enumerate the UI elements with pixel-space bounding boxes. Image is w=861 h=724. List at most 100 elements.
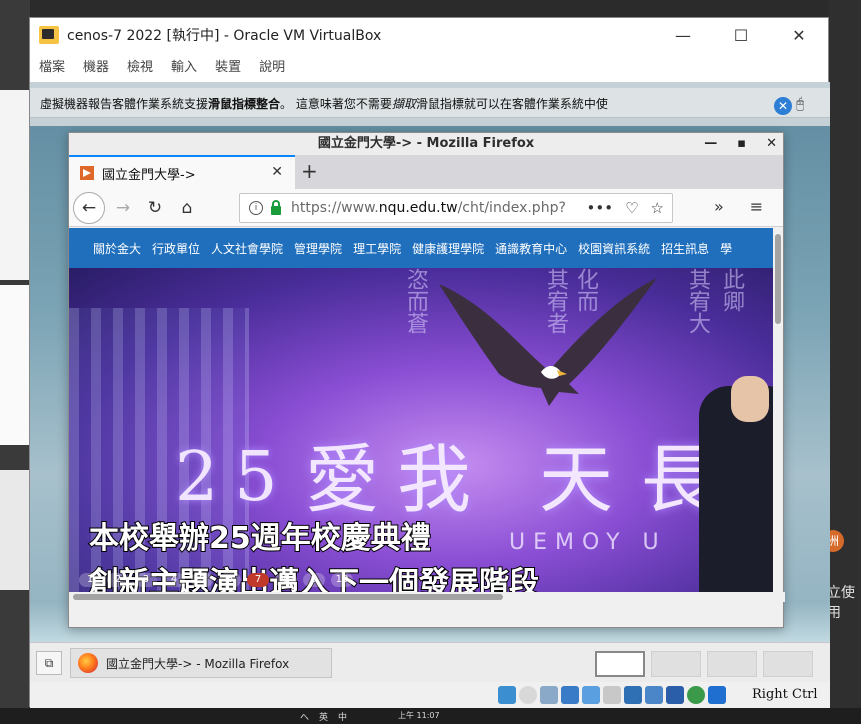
scroll-thumb[interactable] bbox=[775, 234, 781, 324]
slide-pager: 1 2 3 4 5 6 7 8 9 10 bbox=[79, 573, 353, 587]
menu-file[interactable]: 檔案 bbox=[39, 56, 65, 78]
slide-dot[interactable]: 2 bbox=[107, 573, 129, 587]
tab-close-icon[interactable]: ✕ bbox=[271, 164, 283, 180]
firefox-titlebar[interactable]: 國立金門大學-> - Mozilla Firefox bbox=[69, 133, 783, 155]
bookmark-star-icon[interactable]: ☆ bbox=[651, 199, 664, 217]
taskbar-item-label: 國立金門大學-> - Mozilla Firefox bbox=[106, 656, 290, 671]
banner-caption-line1: 本校舉辦25週年校慶典禮 bbox=[88, 520, 432, 557]
notice-close-icon[interactable]: ✕ bbox=[774, 97, 792, 115]
usb-icon[interactable] bbox=[582, 686, 600, 704]
virtualization-icon[interactable] bbox=[687, 686, 705, 704]
menu-help[interactable]: 說明 bbox=[259, 56, 285, 78]
host-window-fragment bbox=[0, 90, 30, 280]
scroll-thumb[interactable] bbox=[73, 594, 503, 600]
menu-input[interactable]: 輸入 bbox=[171, 56, 197, 78]
display-icon[interactable] bbox=[624, 686, 642, 704]
home-button[interactable]: ⌂ bbox=[173, 194, 201, 222]
virtualbox-app-icon bbox=[39, 26, 59, 44]
web-content: 關於金大 行政單位 人文社會學院 管理學院 理工學院 健康護理學院 通識教育中心… bbox=[69, 228, 773, 592]
slide-dot[interactable]: 9 bbox=[303, 573, 325, 587]
vbox-minimize-button[interactable]: — bbox=[654, 18, 712, 52]
slide-dot[interactable]: 6 bbox=[219, 573, 241, 587]
banner-calligraphy: 恣而蒼 bbox=[403, 268, 428, 334]
hard-disk-icon[interactable] bbox=[498, 686, 516, 704]
horizontal-scrollbar[interactable] bbox=[69, 592, 785, 602]
site-info-icon[interactable]: i bbox=[249, 201, 263, 215]
reload-button[interactable]: ↻ bbox=[141, 194, 169, 222]
slide-dot[interactable]: 10 bbox=[331, 573, 353, 587]
slide-dot[interactable]: 3 bbox=[135, 573, 157, 587]
mouse-integration-status-icon[interactable] bbox=[708, 686, 726, 704]
site-nav-item[interactable]: 行政單位 bbox=[152, 240, 200, 257]
speaker-head bbox=[731, 376, 769, 422]
banner-char: 我 bbox=[397, 437, 471, 523]
optical-drive-icon[interactable] bbox=[519, 686, 537, 704]
tray-expand-icon[interactable]: へ bbox=[300, 710, 309, 723]
network-icon[interactable] bbox=[561, 686, 579, 704]
url-bar[interactable]: i https://www.nqu.edu.tw/cht/index.php? … bbox=[239, 193, 673, 223]
vbox-titlebar[interactable]: cenos-7 2022 [執行中] - Oracle VM VirtualBo… bbox=[30, 18, 828, 52]
vertical-scrollbar[interactable] bbox=[773, 228, 783, 592]
recording-icon[interactable] bbox=[645, 686, 663, 704]
workspace-2[interactable] bbox=[651, 651, 701, 677]
host-taskbar: へ 英 中 上午 11:07 bbox=[0, 708, 861, 724]
hero-banner[interactable]: 恣而蒼 其宥者 化而 其宥大 此卿 25 愛 我 天 長 UEMOY U 本校舉… bbox=[69, 268, 773, 592]
ff-close-button[interactable]: ✕ bbox=[766, 133, 777, 155]
host-window-fragment bbox=[0, 470, 30, 590]
guest-display[interactable]: 虛擬機器報告客體作業系統支援滑鼠指標整合。 這意味著您不需要擷取滑鼠指標就可以在… bbox=[30, 82, 830, 642]
ff-maximize-button[interactable]: ▪ bbox=[737, 133, 746, 155]
menu-view[interactable]: 檢視 bbox=[127, 56, 153, 78]
guest-taskbar: ⧉ 國立金門大學-> - Mozilla Firefox bbox=[30, 642, 830, 682]
menu-devices[interactable]: 裝置 bbox=[215, 56, 241, 78]
ime-indicator[interactable]: 英 bbox=[319, 710, 328, 723]
ime-indicator[interactable]: 中 bbox=[338, 710, 347, 723]
site-nav-item[interactable]: 關於金大 bbox=[93, 240, 141, 257]
slide-dot-active[interactable]: 7 bbox=[247, 573, 269, 587]
site-nav-item[interactable]: 人文社會學院 bbox=[211, 240, 283, 257]
mouse-integration-icon[interactable]: 🖰 bbox=[796, 96, 816, 116]
taskbar-firefox-item[interactable]: 國立金門大學-> - Mozilla Firefox bbox=[70, 648, 332, 678]
host-side-text: 立使用 bbox=[827, 585, 855, 621]
slide-dot[interactable]: 5 bbox=[191, 573, 213, 587]
forward-button[interactable]: → bbox=[109, 194, 137, 222]
show-desktop-icon[interactable]: ⧉ bbox=[36, 651, 62, 675]
firefox-icon bbox=[78, 653, 98, 673]
page-actions-icon[interactable]: ••• bbox=[587, 199, 614, 217]
site-nav-item[interactable]: 學 bbox=[720, 240, 732, 257]
audio-icon[interactable] bbox=[540, 686, 558, 704]
host-window-fragment bbox=[0, 285, 30, 445]
site-nav-item[interactable]: 健康護理學院 bbox=[412, 240, 484, 257]
new-tab-button[interactable]: + bbox=[301, 159, 318, 183]
eagle-illustration bbox=[439, 278, 657, 406]
vbox-maximize-button[interactable]: ☐ bbox=[712, 18, 770, 52]
banner-calligraphy: 此卿 bbox=[719, 268, 744, 312]
menu-machine[interactable]: 機器 bbox=[83, 56, 109, 78]
workspace-3[interactable] bbox=[707, 651, 757, 677]
hamburger-menu-icon[interactable]: ≡ bbox=[750, 197, 763, 216]
back-button[interactable]: ← bbox=[73, 192, 105, 224]
workspace-1[interactable] bbox=[595, 651, 645, 677]
vbox-close-button[interactable]: ✕ bbox=[770, 18, 828, 52]
site-nav: 關於金大 行政單位 人文社會學院 管理學院 理工學院 健康護理學院 通識教育中心… bbox=[69, 228, 773, 268]
host-clock[interactable]: 上午 11:07 bbox=[398, 710, 440, 721]
ff-minimize-button[interactable]: — bbox=[704, 133, 717, 155]
site-favicon-icon bbox=[80, 166, 94, 180]
slide-dot[interactable]: 8 bbox=[275, 573, 297, 587]
site-nav-item[interactable]: 通識教育中心 bbox=[495, 240, 567, 257]
url-text: https://www.nqu.edu.tw/cht/index.php? bbox=[291, 200, 566, 216]
site-nav-item[interactable]: 管理學院 bbox=[294, 240, 342, 257]
overflow-chevron-icon[interactable]: » bbox=[714, 197, 724, 216]
cpu-icon[interactable] bbox=[666, 686, 684, 704]
shared-folders-icon[interactable] bbox=[603, 686, 621, 704]
slide-dot[interactable]: 1 bbox=[79, 573, 101, 587]
lock-icon bbox=[271, 199, 281, 215]
ff-tab-active[interactable]: 國立金門大學-> ✕ bbox=[69, 155, 295, 189]
site-nav-item[interactable]: 理工學院 bbox=[353, 240, 401, 257]
site-nav-item[interactable]: 招生訊息 bbox=[661, 240, 709, 257]
ff-tabbar: 國立金門大學-> ✕ + bbox=[69, 155, 783, 189]
slide-dot[interactable]: 4 bbox=[163, 573, 185, 587]
workspace-4[interactable] bbox=[763, 651, 813, 677]
site-nav-item[interactable]: 校園資訊系統 bbox=[578, 240, 650, 257]
pocket-icon[interactable]: ♡ bbox=[625, 199, 638, 217]
virtualbox-window: cenos-7 2022 [執行中] - Oracle VM VirtualBo… bbox=[29, 17, 830, 708]
